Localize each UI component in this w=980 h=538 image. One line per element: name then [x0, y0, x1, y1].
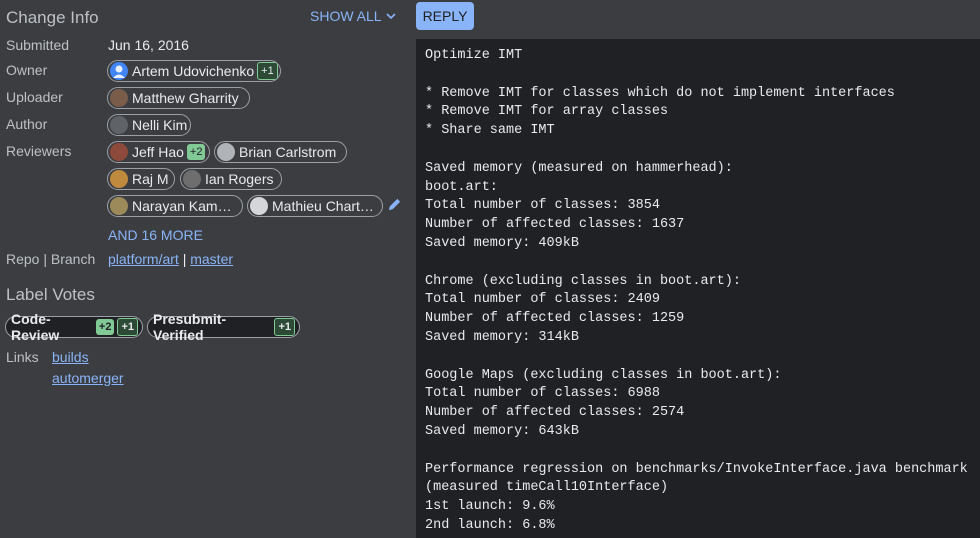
avatar — [110, 116, 128, 134]
label-chip-presubmit-verified[interactable]: Presubmit-Verified +1 — [147, 311, 300, 343]
branch-link[interactable]: master — [190, 251, 233, 267]
label-vote-badge: +2 — [95, 319, 115, 335]
reviewer-chip[interactable]: Raj M — [107, 168, 175, 190]
label-name: Presubmit-Verified — [153, 311, 227, 343]
submitted-date: Jun 16, 2016 — [108, 37, 189, 53]
reviewer-name: Brian Carlstrom — [239, 144, 337, 160]
author-chip[interactable]: Nelli Kim — [107, 114, 191, 136]
show-all-button[interactable]: SHOW ALL — [310, 8, 396, 24]
reviewers-label: Reviewers — [6, 143, 72, 159]
links-label: Links — [6, 349, 39, 365]
chevron-down-icon — [386, 13, 396, 20]
label-chip-code-review[interactable]: Code-Review +2 +1 — [5, 311, 143, 343]
reviewer-chip[interactable]: Narayan Kam… — [107, 195, 243, 217]
label-name: Code-Review — [11, 311, 60, 343]
edit-pencil-icon[interactable] — [387, 197, 402, 212]
change-info-panel: Change Info SHOW ALL Submitted Jun 16, 2… — [0, 0, 405, 538]
author-label: Author — [6, 116, 48, 132]
uploader-chip[interactable]: Matthew Gharrity — [107, 87, 250, 109]
change-info-title: Change Info — [6, 8, 99, 27]
reviewer-chip[interactable]: Mathieu Chart… — [247, 195, 383, 217]
reviewer-name: Raj M — [132, 171, 169, 187]
author-name: Nelli Kim — [132, 117, 188, 133]
label-votes-title: Label Votes — [6, 285, 95, 304]
owner-name: Artem Udovichenko — [132, 63, 255, 79]
submitted-label: Submitted — [6, 37, 70, 53]
owner-label: Owner — [6, 62, 48, 78]
reviewer-name: Narayan Kam… — [132, 198, 232, 214]
uploader-label: Uploader — [6, 89, 63, 105]
avatar — [110, 197, 128, 215]
automerger-link[interactable]: automerger — [52, 370, 124, 386]
show-all-label: SHOW ALL — [310, 8, 382, 24]
reviewer-name: Jeff Hao — [132, 144, 184, 160]
avatar — [183, 170, 201, 188]
reviewer-name: Mathieu Chart… — [272, 198, 374, 214]
builds-link[interactable]: builds — [52, 349, 89, 365]
owner-vote-badge: +1 — [257, 62, 278, 80]
reviewer-chip[interactable]: Brian Carlstrom — [214, 141, 347, 163]
repo-link[interactable]: platform/art — [108, 251, 179, 267]
label-vote-badge: +1 — [117, 318, 138, 336]
reviewer-vote-badge: +2 — [186, 144, 206, 160]
reply-button[interactable]: REPLY — [416, 2, 474, 30]
reviewer-chip[interactable]: Ian Rogers — [180, 168, 282, 190]
repo-branch-separator: | — [182, 251, 187, 267]
avatar — [110, 143, 128, 161]
avatar — [110, 89, 128, 107]
avatar — [110, 62, 128, 80]
more-reviewers-link[interactable]: AND 16 MORE — [108, 227, 203, 243]
repo-branch-value: platform/art | master — [108, 251, 233, 267]
avatar — [250, 197, 268, 215]
uploader-name: Matthew Gharrity — [132, 90, 239, 106]
reviewer-chip[interactable]: Jeff Hao +2 — [107, 141, 210, 163]
avatar — [217, 143, 235, 161]
commit-message: Optimize IMT * Remove IMT for classes wh… — [416, 39, 980, 538]
reviewer-name: Ian Rogers — [205, 171, 274, 187]
label-vote-badge: +1 — [274, 318, 295, 336]
avatar — [110, 170, 128, 188]
owner-chip[interactable]: Artem Udovichenko +1 — [107, 60, 281, 82]
repo-branch-label: Repo | Branch — [6, 251, 96, 267]
